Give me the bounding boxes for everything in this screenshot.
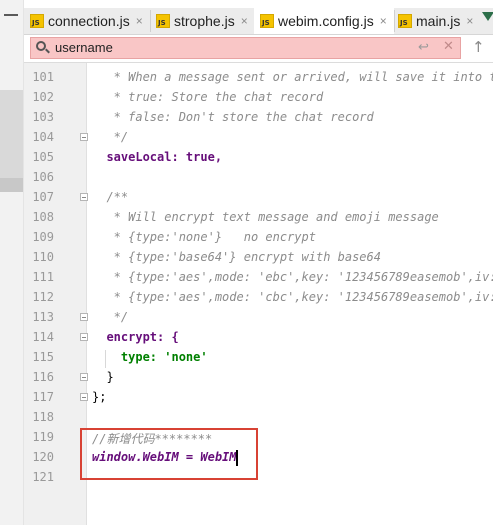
line-number: 121 (32, 470, 54, 484)
new-line-icon[interactable]: ↩ (418, 40, 429, 55)
line-number: 119 (32, 430, 54, 444)
code-line[interactable]: * Will encrypt text message and emoji me… (92, 210, 439, 224)
code-line[interactable]: * true: Store the chat record (92, 90, 324, 104)
clear-search-icon[interactable]: ✕ (443, 39, 454, 54)
line-number: 116 (32, 370, 54, 384)
line-number: 113 (32, 310, 54, 324)
tab-main-js[interactable]: JS main.js × (398, 8, 480, 34)
code-line[interactable]: /** (92, 190, 128, 204)
line-number: 111 (32, 270, 54, 284)
line-number: 115 (32, 350, 54, 364)
js-file-icon: JS (156, 14, 170, 28)
code-line[interactable]: * false: Don't store the chat record (92, 110, 374, 124)
code-line[interactable]: * {type:'aes',mode: 'ebc',key: '12345678… (92, 270, 493, 284)
line-number: 107 (32, 190, 54, 204)
js-file-icon: JS (398, 14, 412, 28)
project-panel-edge (0, 90, 23, 192)
line-number: 117 (32, 390, 54, 404)
close-icon[interactable]: × (380, 14, 387, 28)
line-number: 102 (32, 90, 54, 104)
tab-divider (150, 10, 151, 32)
code-line[interactable]: saveLocal: true, (92, 150, 222, 164)
fold-marker-icon[interactable] (80, 313, 88, 321)
tab-label: connection.js (48, 13, 130, 29)
tab-strophe-js[interactable]: JS strophe.js × (156, 8, 254, 34)
tool-window-strip (0, 0, 24, 525)
tab-label: strophe.js (174, 13, 235, 29)
fold-marker-icon[interactable] (80, 373, 88, 381)
fold-marker-icon[interactable] (80, 193, 88, 201)
code-line[interactable]: } (92, 370, 113, 384)
annotation-highlight-box (80, 428, 258, 480)
js-file-icon: JS (30, 14, 44, 28)
code-line[interactable]: }; (92, 390, 106, 404)
line-number: 108 (32, 210, 54, 224)
code-line[interactable]: * When a message sent or arrived, will s… (92, 70, 493, 84)
line-number: 118 (32, 410, 54, 424)
line-number: 120 (32, 450, 54, 464)
code-line[interactable]: */ (92, 310, 128, 324)
line-number: 105 (32, 150, 54, 164)
code-line[interactable]: * {type:'base64'} encrypt with base64 (92, 250, 381, 264)
tab-webim-config-js[interactable]: JS webim.config.js × (254, 8, 394, 34)
close-icon[interactable]: × (136, 14, 143, 28)
line-number: 104 (32, 130, 54, 144)
tab-label: main.js (416, 13, 461, 29)
line-number: 110 (32, 250, 54, 264)
line-number: 106 (32, 170, 54, 184)
line-number: 101 (32, 70, 54, 84)
fold-marker-icon[interactable] (80, 393, 88, 401)
minimize-icon[interactable] (4, 14, 18, 16)
line-number: 109 (32, 230, 54, 244)
code-line[interactable]: encrypt: { (92, 330, 178, 344)
tab-overflow-icon[interactable] (482, 12, 493, 21)
close-icon[interactable]: × (466, 14, 473, 28)
code-line[interactable]: * {type:'aes',mode: 'cbc',key: '12345678… (92, 290, 493, 304)
project-panel-scroll-thumb[interactable] (0, 178, 23, 192)
line-number: 114 (32, 330, 54, 344)
js-file-icon: JS (260, 14, 274, 28)
tab-divider (394, 10, 395, 32)
fold-marker-icon[interactable] (80, 133, 88, 141)
code-line[interactable]: * {type:'none'} no encrypt (92, 230, 316, 244)
line-number: 103 (32, 110, 54, 124)
close-icon[interactable]: × (241, 14, 248, 28)
code-line[interactable]: */ (92, 130, 128, 144)
line-number: 112 (32, 290, 54, 304)
code-line[interactable]: type: 'none' (92, 350, 208, 364)
search-input[interactable]: username (55, 38, 113, 58)
tab-label: webim.config.js (278, 13, 374, 29)
previous-occurrence-icon[interactable]: ↑ (472, 38, 485, 56)
fold-marker-icon[interactable] (80, 333, 88, 341)
tab-connection-js[interactable]: JS connection.js × (30, 8, 148, 34)
